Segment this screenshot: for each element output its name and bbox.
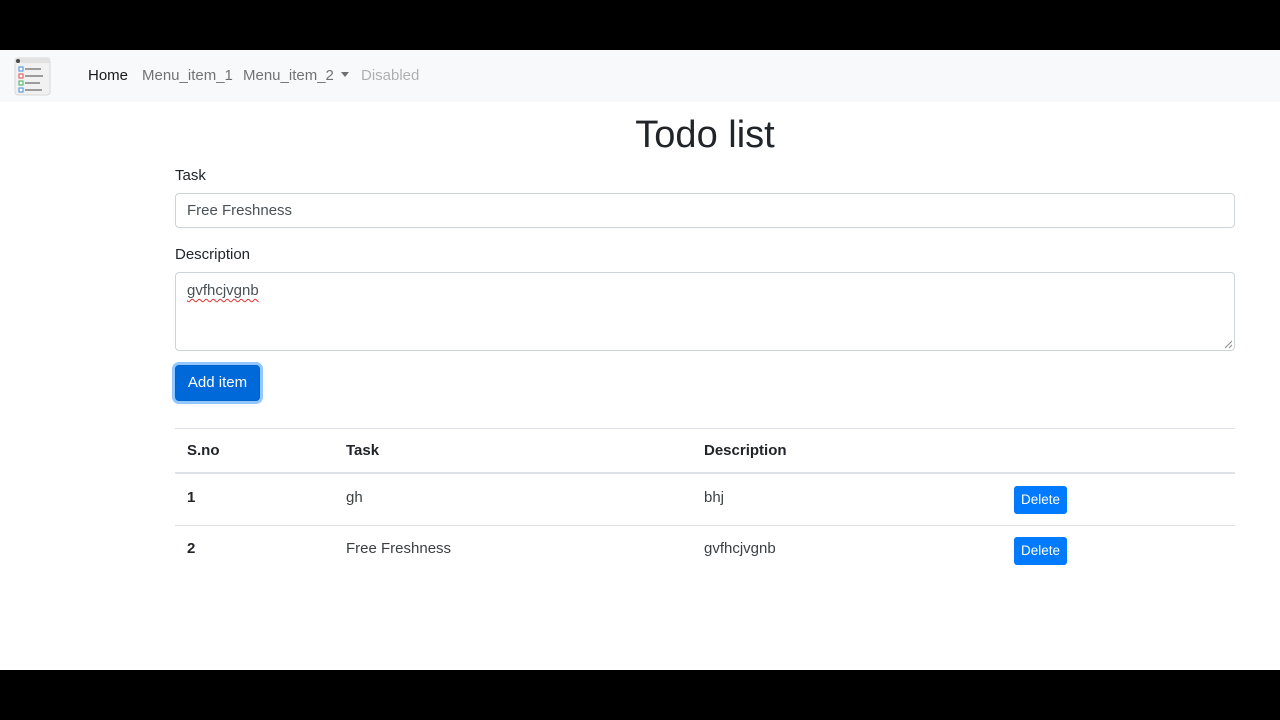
nav-link-menu-item-2[interactable]: Menu_item_2 — [243, 67, 334, 84]
page-title: Todo list — [635, 114, 775, 156]
nav-link-home[interactable]: Home — [88, 67, 128, 85]
chevron-down-icon — [340, 72, 349, 77]
table-row: 1 gh bhj Delete — [175, 474, 1235, 525]
nav-link-disabled: Disabled — [361, 67, 420, 84]
table-top-border — [175, 428, 1235, 429]
description-textarea[interactable]: gvfhcjvgnb — [175, 272, 1235, 351]
navbar: Home Menu_item_1 Menu_item_2 Disabled — [0, 50, 1280, 102]
header-task: Task — [346, 442, 380, 459]
letterbox-top — [0, 0, 1280, 50]
page: Home Menu_item_1 Menu_item_2 Disabled To… — [0, 50, 1280, 670]
row-sno: 2 — [187, 540, 196, 557]
delete-button[interactable]: Delete — [1014, 537, 1067, 565]
header-sno: S.no — [187, 442, 220, 459]
description-text: gvfhcjvgnb — [187, 282, 259, 299]
nav-link-menu-item-1[interactable]: Menu_item_1 — [142, 67, 233, 85]
row-task: Free Freshness — [346, 540, 452, 557]
table-row: 2 Free Freshness gvfhcjvgnb Delete — [175, 526, 1235, 577]
row-sno: 1 — [187, 489, 196, 506]
description-label: Description — [175, 246, 251, 263]
nav-dropdown-menu-item-2[interactable]: Menu_item_2 — [243, 67, 349, 85]
row-description: gvfhcjvgnb — [704, 540, 776, 557]
header-description: Description — [704, 442, 787, 459]
task-input[interactable]: Free Freshness — [175, 193, 1235, 228]
row-description: bhj — [704, 489, 725, 506]
task-label: Task — [175, 167, 206, 184]
resize-handle-icon[interactable] — [1224, 340, 1233, 349]
row-task: gh — [346, 489, 363, 506]
delete-button[interactable]: Delete — [1014, 486, 1067, 514]
letterbox-bottom — [0, 670, 1280, 720]
todo-list-logo-icon[interactable] — [14, 56, 52, 96]
add-item-button[interactable]: Add item — [175, 365, 260, 401]
